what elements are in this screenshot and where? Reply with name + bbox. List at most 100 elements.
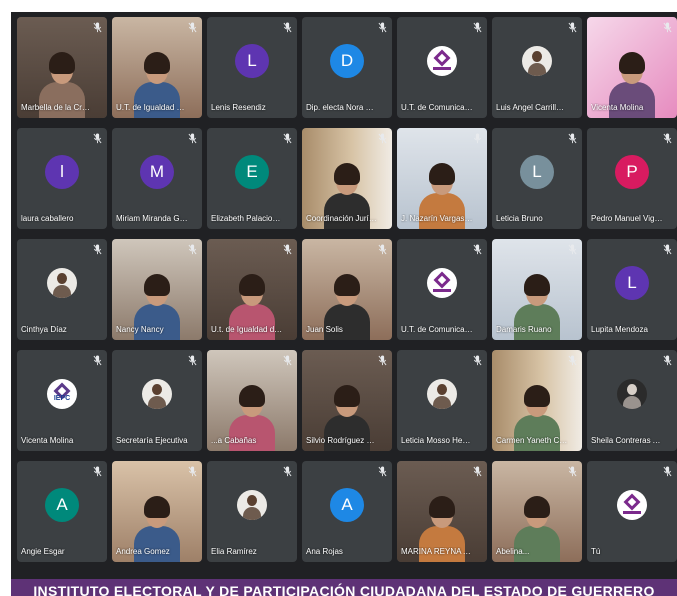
profile-photo-body bbox=[243, 507, 261, 521]
participant-tile[interactable]: Leticia Mosso Hernández bbox=[397, 350, 487, 451]
logo-band bbox=[433, 67, 451, 71]
participant-name: Sheila Contreras Alcaraz bbox=[591, 436, 663, 445]
mic-off-icon bbox=[378, 355, 387, 366]
institution-banner: INSTITUTO ELECTORAL Y DE PARTICIPACIÓN C… bbox=[11, 579, 677, 596]
participant-name: Marbella de la Cruz santi... bbox=[21, 103, 93, 112]
participant-name: Silvio Rodríguez García bbox=[306, 436, 378, 445]
person-hair bbox=[144, 52, 170, 74]
participant-name: U.T. de Comunicación So... bbox=[401, 103, 473, 112]
mic-off-icon bbox=[378, 133, 387, 144]
participant-avatar: D bbox=[330, 44, 364, 79]
participant-tile[interactable]: M Miriam Miranda García bbox=[112, 128, 202, 229]
participant-name: Elia Ramírez bbox=[211, 547, 257, 556]
participant-tile[interactable]: l laura caballero bbox=[17, 128, 107, 229]
profile-photo bbox=[47, 268, 77, 299]
person-hair bbox=[524, 385, 550, 407]
person-hair bbox=[429, 496, 455, 518]
mic-off-icon bbox=[473, 355, 482, 366]
profile-photo-head bbox=[152, 384, 162, 396]
participant-tile[interactable]: D Dip. electa Nora Velázquez bbox=[302, 17, 392, 118]
participant-name: Miriam Miranda García bbox=[116, 214, 188, 223]
mic-off-icon bbox=[188, 133, 197, 144]
iepc-logo: IEPC bbox=[47, 379, 77, 410]
participant-tile[interactable]: A Ana Rojas bbox=[302, 461, 392, 562]
participant-tile[interactable]: ...a Cabañas bbox=[207, 350, 297, 451]
participant-tile[interactable]: IEPC Vicenta Molina bbox=[17, 350, 107, 451]
participant-tile[interactable]: J. Nazarín Vargas Arme... bbox=[397, 128, 487, 229]
participant-tile[interactable]: U.T. de Comunicación So... bbox=[397, 17, 487, 118]
participant-tile[interactable]: Damaris Ruano bbox=[492, 239, 582, 340]
participant-tile[interactable]: U.T. de Comunicación So... bbox=[397, 239, 487, 340]
profile-photo-head bbox=[627, 384, 637, 396]
participant-name: laura caballero bbox=[21, 214, 74, 223]
mic-off-icon bbox=[188, 244, 197, 255]
participant-tile[interactable]: U.t. de Igualdad de Géne... bbox=[207, 239, 297, 340]
participant-name: U.t. de Igualdad de Géne... bbox=[211, 325, 283, 334]
participant-name: Secretaría Ejecutiva bbox=[116, 436, 188, 445]
participant-name: Damaris Ruano bbox=[496, 325, 552, 334]
participant-tile[interactable]: Andrea Gomez bbox=[112, 461, 202, 562]
participant-tile[interactable]: A Angie Esgar bbox=[17, 461, 107, 562]
mic-off-icon bbox=[568, 244, 577, 255]
participant-tile[interactable]: MARINA REYNA AGUILAR bbox=[397, 461, 487, 562]
participant-tile[interactable]: Luis Angel Carrillo Contre... bbox=[492, 17, 582, 118]
participant-tile[interactable]: L Lenis Resendiz bbox=[207, 17, 297, 118]
participant-name: Ana Rojas bbox=[306, 547, 343, 556]
mic-off-icon bbox=[378, 22, 387, 33]
participant-name: ...a Cabañas bbox=[211, 436, 257, 445]
participant-tile[interactable]: L Lupita Mendoza bbox=[587, 239, 677, 340]
mic-off-icon bbox=[568, 355, 577, 366]
participant-tile[interactable]: Marbella de la Cruz santi... bbox=[17, 17, 107, 118]
person-hair bbox=[144, 496, 170, 518]
participant-tile[interactable]: Juan Solis bbox=[302, 239, 392, 340]
participant-name: Tú bbox=[591, 547, 601, 556]
participant-name: Vicenta Molina bbox=[591, 103, 644, 112]
profile-photo-head bbox=[247, 495, 257, 507]
participant-tile[interactable]: Sheila Contreras Alcaraz bbox=[587, 350, 677, 451]
mic-off-icon bbox=[568, 22, 577, 33]
profile-photo-body bbox=[53, 285, 71, 299]
profile-photo bbox=[142, 379, 172, 410]
participant-name: MARINA REYNA AGUILAR bbox=[401, 547, 473, 556]
person-hair bbox=[239, 274, 265, 296]
meeting-stage: Marbella de la Cruz santi... U.T. de Igua… bbox=[11, 12, 677, 596]
participant-tile[interactable]: Carmen Yaneth Castil... bbox=[492, 350, 582, 451]
person-hair bbox=[334, 274, 360, 296]
participant-tile[interactable]: Silvio Rodríguez García bbox=[302, 350, 392, 451]
participant-tile[interactable]: Elia Ramírez bbox=[207, 461, 297, 562]
participant-tile[interactable]: Cinthya Díaz bbox=[17, 239, 107, 340]
mic-off-icon bbox=[378, 244, 387, 255]
mic-off-icon bbox=[93, 355, 102, 366]
participant-tile[interactable]: Secretaría Ejecutiva bbox=[112, 350, 202, 451]
participant-avatar: L bbox=[235, 44, 269, 79]
participant-tile[interactable]: P Pedro Manuel Vigueras E... bbox=[587, 128, 677, 229]
participant-tile[interactable]: E Elizabeth Palacios Rodríg... bbox=[207, 128, 297, 229]
profile-photo bbox=[617, 379, 647, 410]
ut-comunicacion-logo bbox=[617, 490, 647, 521]
mic-off-icon bbox=[283, 133, 292, 144]
profile-photo bbox=[427, 379, 457, 410]
participant-tile[interactable]: Tú bbox=[587, 461, 677, 562]
participant-tile[interactable]: U.T. de Igualdad de Gén... bbox=[112, 17, 202, 118]
person-hair bbox=[49, 52, 75, 74]
participant-avatar: L bbox=[520, 155, 554, 190]
ut-comunicacion-logo bbox=[427, 268, 457, 299]
participant-avatar: L bbox=[615, 266, 649, 301]
participant-tile[interactable]: Abelina... bbox=[492, 461, 582, 562]
participant-tile[interactable]: Vicenta Molina bbox=[587, 17, 677, 118]
person-hair bbox=[619, 52, 645, 74]
logo-text: IEPC bbox=[53, 395, 71, 403]
participant-name: Dip. electa Nora Velázquez bbox=[306, 103, 378, 112]
mic-off-icon bbox=[283, 244, 292, 255]
ut-comunicacion-logo bbox=[427, 46, 457, 77]
person-hair bbox=[334, 385, 360, 407]
participant-tile[interactable]: Coordinación Jurídica... bbox=[302, 128, 392, 229]
participant-tile[interactable]: Nancy Nancy bbox=[112, 239, 202, 340]
participant-tile[interactable]: L Leticia Bruno bbox=[492, 128, 582, 229]
person-hair bbox=[239, 385, 265, 407]
profile-photo-head bbox=[437, 384, 447, 396]
participant-name: Abelina... bbox=[496, 547, 530, 556]
participant-name: Leticia Mosso Hernández bbox=[401, 436, 473, 445]
participant-avatar: M bbox=[140, 155, 174, 190]
person-hair bbox=[144, 274, 170, 296]
